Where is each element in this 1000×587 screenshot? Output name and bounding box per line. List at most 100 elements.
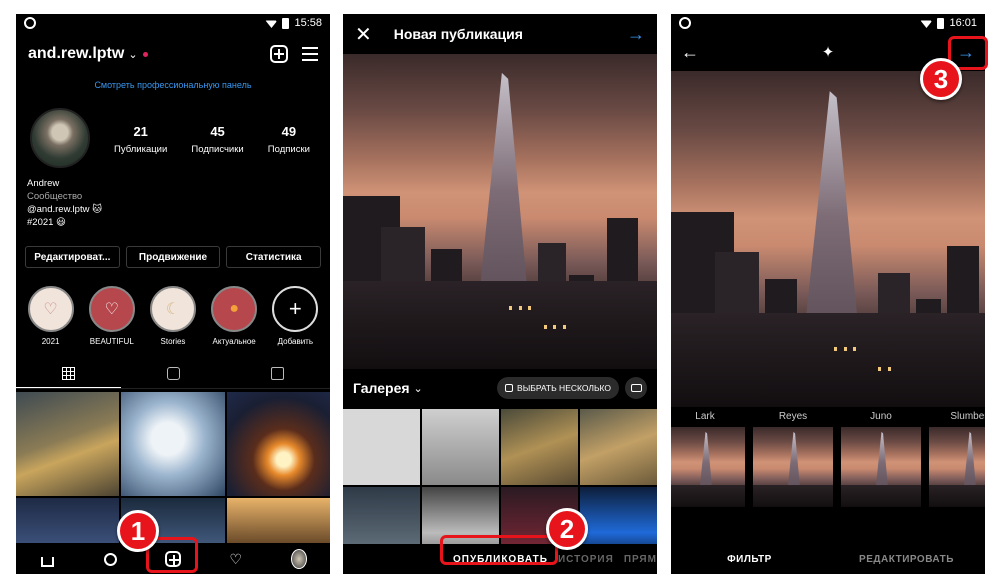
- home-icon: [40, 556, 54, 567]
- chevron-down-icon[interactable]: ⌄: [414, 382, 423, 395]
- gallery-thumbnail[interactable]: [343, 409, 420, 485]
- back-arrow-icon[interactable]: ←: [681, 42, 699, 63]
- filter-label: Slumber: [950, 411, 985, 422]
- post-thumbnail[interactable]: [121, 392, 225, 496]
- tab-reels[interactable]: [121, 359, 226, 388]
- heart-icon: ♡: [88, 286, 135, 332]
- notification-icon: [679, 17, 691, 29]
- reels-icon: [166, 367, 180, 380]
- stat-label: Подписчики: [191, 144, 244, 155]
- nav-home[interactable]: [39, 551, 55, 567]
- chevron-down-icon[interactable]: ⌄: [128, 48, 137, 61]
- filter-preview: [929, 427, 985, 507]
- post-thumbnail[interactable]: [226, 498, 330, 543]
- story-highlights: ♡ 2021 ♡ BEAUTIFUL ☾ Stories ● Актуально…: [20, 286, 326, 346]
- tab-live[interactable]: ПРЯМ: [624, 554, 657, 565]
- highlight-beautiful[interactable]: ♡ BEAUTIFUL: [84, 286, 140, 346]
- step-2-highlight: [440, 535, 558, 565]
- filter-preview: [841, 427, 921, 507]
- nav-activity[interactable]: ♡: [228, 551, 244, 567]
- tab-edit[interactable]: РЕДАКТИРОВАТЬ: [828, 554, 985, 565]
- status-bar: 15:58: [16, 14, 330, 34]
- username[interactable]: and.rew.lptw: [28, 45, 124, 63]
- filter-option[interactable]: Juno: [841, 411, 921, 521]
- avatar[interactable]: [30, 108, 90, 168]
- highlight-2021[interactable]: ♡ 2021: [23, 286, 79, 346]
- new-post-header: ✕ Новая публикация →: [343, 14, 657, 54]
- profile-screen: 15:58 and.rew.lptw ⌄ Смотреть профессион…: [16, 14, 330, 574]
- professional-dashboard-link[interactable]: Смотреть профессиональную панель: [16, 80, 330, 90]
- edit-profile-button[interactable]: Редактироват...: [25, 246, 120, 268]
- moon-icon: ☾: [149, 286, 196, 332]
- select-multiple-label: ВЫБРАТЬ НЕСКОЛЬКО: [517, 383, 611, 393]
- new-post-icon[interactable]: [270, 45, 288, 63]
- profile-bio: Andrew Сообщество @and.rew.lptw 🐱 #2021 …: [27, 177, 102, 229]
- camera-button[interactable]: [625, 377, 647, 399]
- step-1-badge: 1: [117, 510, 159, 552]
- heart-icon: ♡: [27, 286, 74, 332]
- status-time: 15:58: [294, 17, 322, 29]
- tab-filter[interactable]: ФИЛЬТР: [671, 554, 828, 565]
- select-multiple-button[interactable]: ВЫБРАТЬ НЕСКОЛЬКО: [497, 377, 619, 399]
- promote-button[interactable]: Продвижение: [125, 246, 221, 268]
- stat-number: 49: [281, 124, 297, 139]
- notification-icon: [24, 17, 36, 29]
- filter-preview: [753, 427, 833, 507]
- post-thumbnail[interactable]: [16, 498, 120, 543]
- gallery-thumbnail[interactable]: [422, 409, 499, 485]
- stat-following[interactable]: 49 Подписки: [268, 124, 310, 155]
- filter-edit-tabs: ФИЛЬТР РЕДАКТИРОВАТЬ: [671, 544, 985, 574]
- gallery-thumbnail[interactable]: [501, 409, 578, 485]
- selected-photo-preview: [343, 54, 657, 369]
- wifi-icon: [920, 20, 933, 28]
- status-bar: 16:01: [671, 14, 985, 34]
- next-arrow-icon[interactable]: →: [627, 24, 645, 45]
- stat-label: Подписки: [267, 144, 310, 155]
- highlight-stories[interactable]: ☾ Stories: [145, 286, 201, 346]
- gallery-thumbnail[interactable]: [580, 409, 657, 485]
- fruit-icon: ●: [211, 286, 258, 332]
- search-icon: [103, 552, 117, 566]
- profile-avatar-icon: [290, 549, 307, 569]
- menu-icon[interactable]: [302, 47, 318, 61]
- highlight-label: 2021: [41, 337, 60, 346]
- highlight-label: BEAUTIFUL: [89, 337, 134, 346]
- new-post-screen: ✕ Новая публикация → Галерея ⌄ ВЫБРАТЬ Н…: [343, 14, 657, 574]
- tab-tagged[interactable]: [225, 359, 330, 388]
- multi-select-icon: [505, 384, 514, 392]
- filter-strip: Lark Reyes Juno Slumber: [671, 411, 985, 521]
- highlight-actual[interactable]: ● Актуальное: [206, 286, 262, 346]
- stat-followers[interactable]: 45 Подписчики: [191, 124, 243, 155]
- profile-header: and.rew.lptw ⌄: [28, 40, 318, 68]
- post-thumbnail[interactable]: [226, 392, 330, 496]
- gallery-dropdown[interactable]: Галерея: [353, 380, 410, 396]
- filter-option[interactable]: Slumber: [929, 411, 985, 521]
- bio-handle: @and.rew.lptw 🐱: [27, 204, 102, 215]
- tab-story[interactable]: ИСТОРИЯ: [558, 554, 614, 565]
- posts-grid: [16, 392, 330, 543]
- highlight-label: Stories: [160, 337, 186, 346]
- nav-profile[interactable]: [290, 549, 307, 569]
- tab-grid[interactable]: [16, 359, 121, 388]
- close-icon[interactable]: ✕: [355, 22, 372, 47]
- heart-icon: ♡: [229, 550, 243, 567]
- plus-icon: +: [272, 286, 319, 332]
- profile-tabs: [16, 359, 330, 389]
- status-time: 16:01: [949, 17, 977, 29]
- magic-wand-icon[interactable]: ✦: [822, 43, 835, 61]
- step-3-badge: 3: [920, 58, 962, 100]
- nav-search[interactable]: [102, 551, 118, 567]
- tutorial-composite: 15:58 and.rew.lptw ⌄ Смотреть профессион…: [0, 0, 1000, 587]
- add-highlight[interactable]: + Добавить: [267, 286, 323, 346]
- grid-icon: [61, 366, 75, 380]
- stat-number: 45: [210, 124, 225, 139]
- filter-option[interactable]: Reyes: [753, 411, 833, 521]
- notification-dot: [142, 51, 148, 57]
- bio-category: Сообщество: [27, 191, 83, 202]
- highlight-label: Добавить: [277, 337, 314, 346]
- stat-posts[interactable]: 21 Публикации: [114, 124, 167, 155]
- gallery-bar: Галерея ⌄ ВЫБРАТЬ НЕСКОЛЬКО: [343, 369, 657, 407]
- post-thumbnail[interactable]: [16, 392, 120, 496]
- insights-button[interactable]: Статистика: [226, 246, 322, 268]
- filter-option[interactable]: Lark: [671, 411, 745, 521]
